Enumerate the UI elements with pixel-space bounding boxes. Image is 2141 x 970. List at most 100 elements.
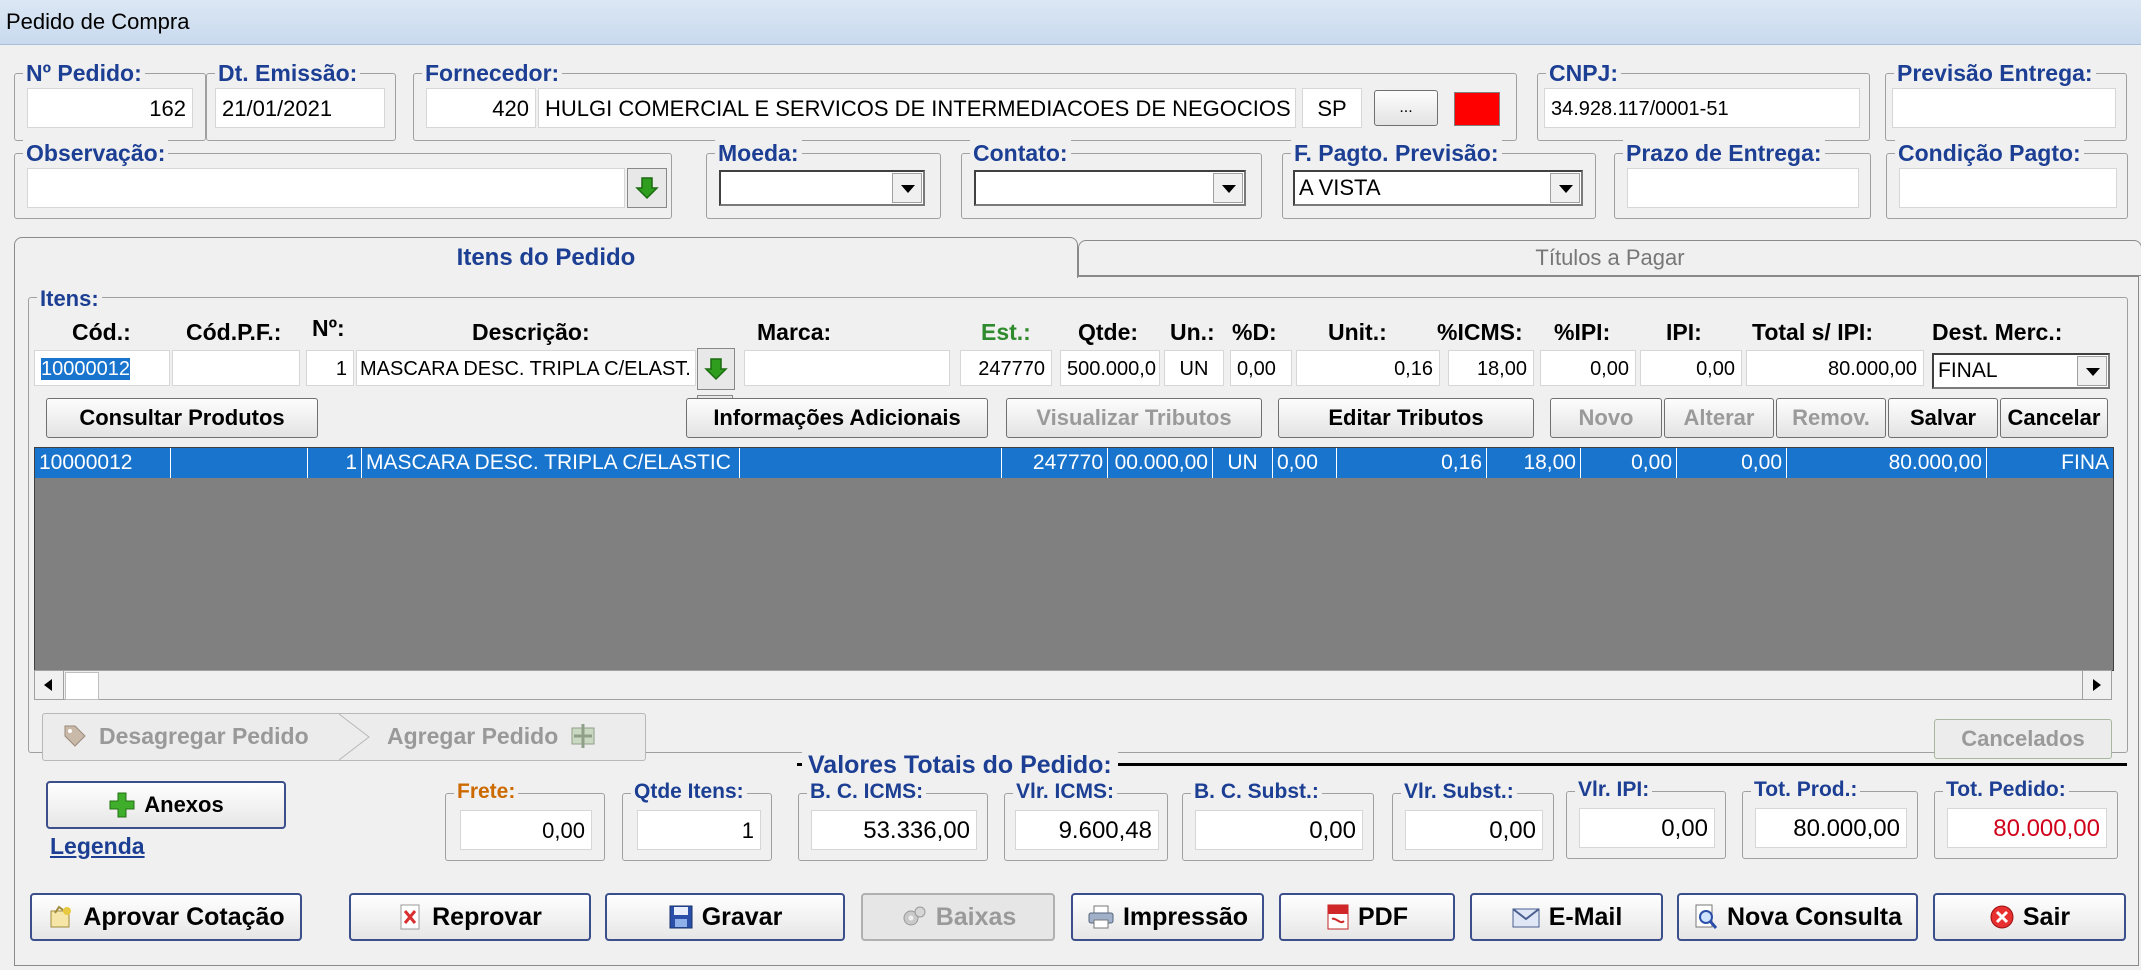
- fpagto-select[interactable]: A VISTA: [1293, 170, 1583, 206]
- item-marca-input[interactable]: [744, 350, 950, 386]
- editar-tributos-button[interactable]: Editar Tributos: [1278, 398, 1534, 438]
- green-down-arrow-icon: [704, 358, 728, 381]
- reprovar-button[interactable]: Reprovar: [349, 893, 591, 941]
- item-qtde-input[interactable]: 500.000,0: [1060, 350, 1160, 386]
- item-icms-input[interactable]: 18,00: [1448, 350, 1534, 386]
- col-marca: Marca:: [757, 319, 832, 345]
- prazo-field[interactable]: [1627, 168, 1859, 208]
- search-document-icon: [1695, 904, 1718, 929]
- item-descricao-input[interactable]: MASCARA DESC. TRIPLA C/ELAST.: [356, 350, 696, 386]
- cancelar-button[interactable]: Cancelar: [2000, 398, 2108, 438]
- anexos-button[interactable]: Anexos: [46, 781, 286, 829]
- item-cod-input[interactable]: 10000012: [34, 350, 170, 386]
- sair-button[interactable]: Sair: [1933, 893, 2126, 941]
- horizontal-scrollbar[interactable]: [34, 670, 2112, 700]
- green-down-arrow-icon: [635, 177, 659, 200]
- itens-label: Itens:: [37, 286, 102, 312]
- condicao-field[interactable]: [1899, 168, 2117, 208]
- alterar-button[interactable]: Alterar: [1664, 398, 1774, 438]
- bc-subst-label: B. C. Subst.:: [1191, 780, 1322, 804]
- item-num-input[interactable]: 1: [306, 350, 354, 386]
- gravar-label: Gravar: [701, 902, 783, 931]
- row-ipi-pct: 0,00: [1581, 448, 1677, 478]
- visualizar-tributos-button[interactable]: Visualizar Tributos: [1006, 398, 1262, 438]
- sair-label: Sair: [2022, 902, 2071, 931]
- chevron-down-icon[interactable]: [1213, 173, 1243, 203]
- frete-field[interactable]: 0,00: [460, 810, 592, 850]
- emissao-date-field[interactable]: 21/01/2021: [215, 88, 385, 128]
- col-un: Un.:: [1170, 319, 1215, 345]
- chevron-down-icon[interactable]: [2077, 356, 2107, 386]
- scroll-right-icon[interactable]: [2082, 671, 2111, 699]
- baixas-button[interactable]: Baixas: [861, 893, 1055, 941]
- item-ipi-pct-input[interactable]: 0,00: [1540, 350, 1636, 386]
- fornecedor-code-field[interactable]: 420: [426, 88, 536, 128]
- scroll-thumb[interactable]: [65, 672, 99, 700]
- tab-titulos-pagar[interactable]: Títulos a Pagar: [1078, 240, 2141, 276]
- item-ipi-input[interactable]: 0,00: [1640, 350, 1742, 386]
- vlr-ipi-label: Vlr. IPI:: [1575, 778, 1653, 802]
- impressao-button[interactable]: Impressão: [1071, 893, 1264, 941]
- item-un-input[interactable]: UN: [1164, 350, 1224, 386]
- cancelados-button[interactable]: Cancelados: [1934, 719, 2112, 759]
- table-row[interactable]: 10000012 1 MASCARA DESC. TRIPLA C/ELASTI…: [35, 448, 2113, 478]
- aprovar-cotacao-button[interactable]: Aprovar Cotação: [30, 893, 302, 941]
- condicao-label: Condição Pagto:: [1895, 140, 2084, 167]
- gravar-button[interactable]: Gravar: [605, 893, 845, 941]
- scroll-left-icon[interactable]: [35, 671, 64, 699]
- chevron-down-icon[interactable]: [892, 173, 922, 203]
- fpagto-value: A VISTA: [1299, 175, 1381, 200]
- vlr-ipi-field: 0,00: [1579, 808, 1715, 848]
- remov-button[interactable]: Remov.: [1776, 398, 1886, 438]
- previsao-field[interactable]: [1892, 88, 2116, 128]
- col-num: Nº:: [312, 315, 345, 341]
- contato-group: Contato:: [961, 140, 1262, 219]
- pedido-number-field[interactable]: 162: [27, 88, 193, 128]
- item-dest-value: FINAL: [1938, 359, 1998, 382]
- item-total-input[interactable]: 80.000,00: [1746, 350, 1924, 386]
- tab-itens-pedido[interactable]: Itens do Pedido: [14, 237, 1078, 278]
- item-est-input[interactable]: 247770: [960, 350, 1052, 386]
- vlr-icms-group: Vlr. ICMS: 9.600,48: [1004, 780, 1168, 861]
- moeda-select[interactable]: [719, 170, 925, 206]
- email-label: E-Mail: [1548, 902, 1623, 931]
- qtde-itens-field: 1: [637, 810, 761, 850]
- col-est: Est.:: [981, 319, 1031, 345]
- item-unit-input[interactable]: 0,16: [1296, 350, 1440, 386]
- qtde-itens-group: Qtde Itens: 1: [622, 780, 772, 861]
- chevron-down-icon[interactable]: [1550, 173, 1580, 203]
- tot-pedido-field: 80.000,00: [1947, 808, 2107, 848]
- novo-button[interactable]: Novo: [1550, 398, 1662, 438]
- informacoes-adicionais-button[interactable]: Informações Adicionais: [686, 398, 988, 438]
- contato-select[interactable]: [974, 170, 1246, 206]
- item-dest-select[interactable]: FINAL: [1932, 353, 2110, 389]
- cnpj-field[interactable]: 34.928.117/0001-51: [1544, 88, 1860, 128]
- item-desc-input[interactable]: 0,00: [1230, 350, 1292, 386]
- desagregar-pedido-button[interactable]: Desagregar Pedido: [61, 722, 309, 750]
- col-desc: %D:: [1232, 319, 1277, 345]
- bc-subst-group: B. C. Subst.: 0,00: [1182, 780, 1374, 861]
- salvar-button[interactable]: Salvar: [1888, 398, 1998, 438]
- descricao-lookup-button[interactable]: [697, 348, 735, 390]
- items-grid[interactable]: 10000012 1 MASCARA DESC. TRIPLA C/ELASTI…: [34, 447, 2114, 671]
- email-button[interactable]: E-Mail: [1470, 893, 1663, 941]
- green-plus-icon: [109, 792, 135, 818]
- nova-consulta-button[interactable]: Nova Consulta: [1677, 893, 1918, 941]
- fornecedor-lookup-button[interactable]: ...: [1374, 90, 1438, 126]
- save-disk-icon: [669, 905, 693, 929]
- fornecedor-color-indicator: [1454, 92, 1500, 126]
- fornecedor-name-field[interactable]: HULGI COMERCIAL E SERVICOS DE INTERMEDIA…: [538, 88, 1296, 128]
- bc-icms-label: B. C. ICMS:: [807, 780, 927, 804]
- pdf-button[interactable]: PDF: [1279, 893, 1455, 941]
- row-unit: 0,16: [1337, 448, 1487, 478]
- agregar-pedido-button[interactable]: Agregar Pedido: [387, 722, 598, 750]
- exit-icon: [1990, 905, 2014, 929]
- legenda-link[interactable]: Legenda: [50, 833, 145, 860]
- item-codpf-input[interactable]: [172, 350, 300, 386]
- emissao-label: Dt. Emissão:: [215, 60, 361, 87]
- tag-icon: [64, 725, 86, 747]
- cnpj-group: CNPJ: 34.928.117/0001-51: [1537, 60, 1870, 141]
- consultar-produtos-button[interactable]: Consultar Produtos: [46, 398, 318, 438]
- observacao-field[interactable]: [27, 168, 625, 208]
- observacao-expand-button[interactable]: [627, 168, 667, 208]
